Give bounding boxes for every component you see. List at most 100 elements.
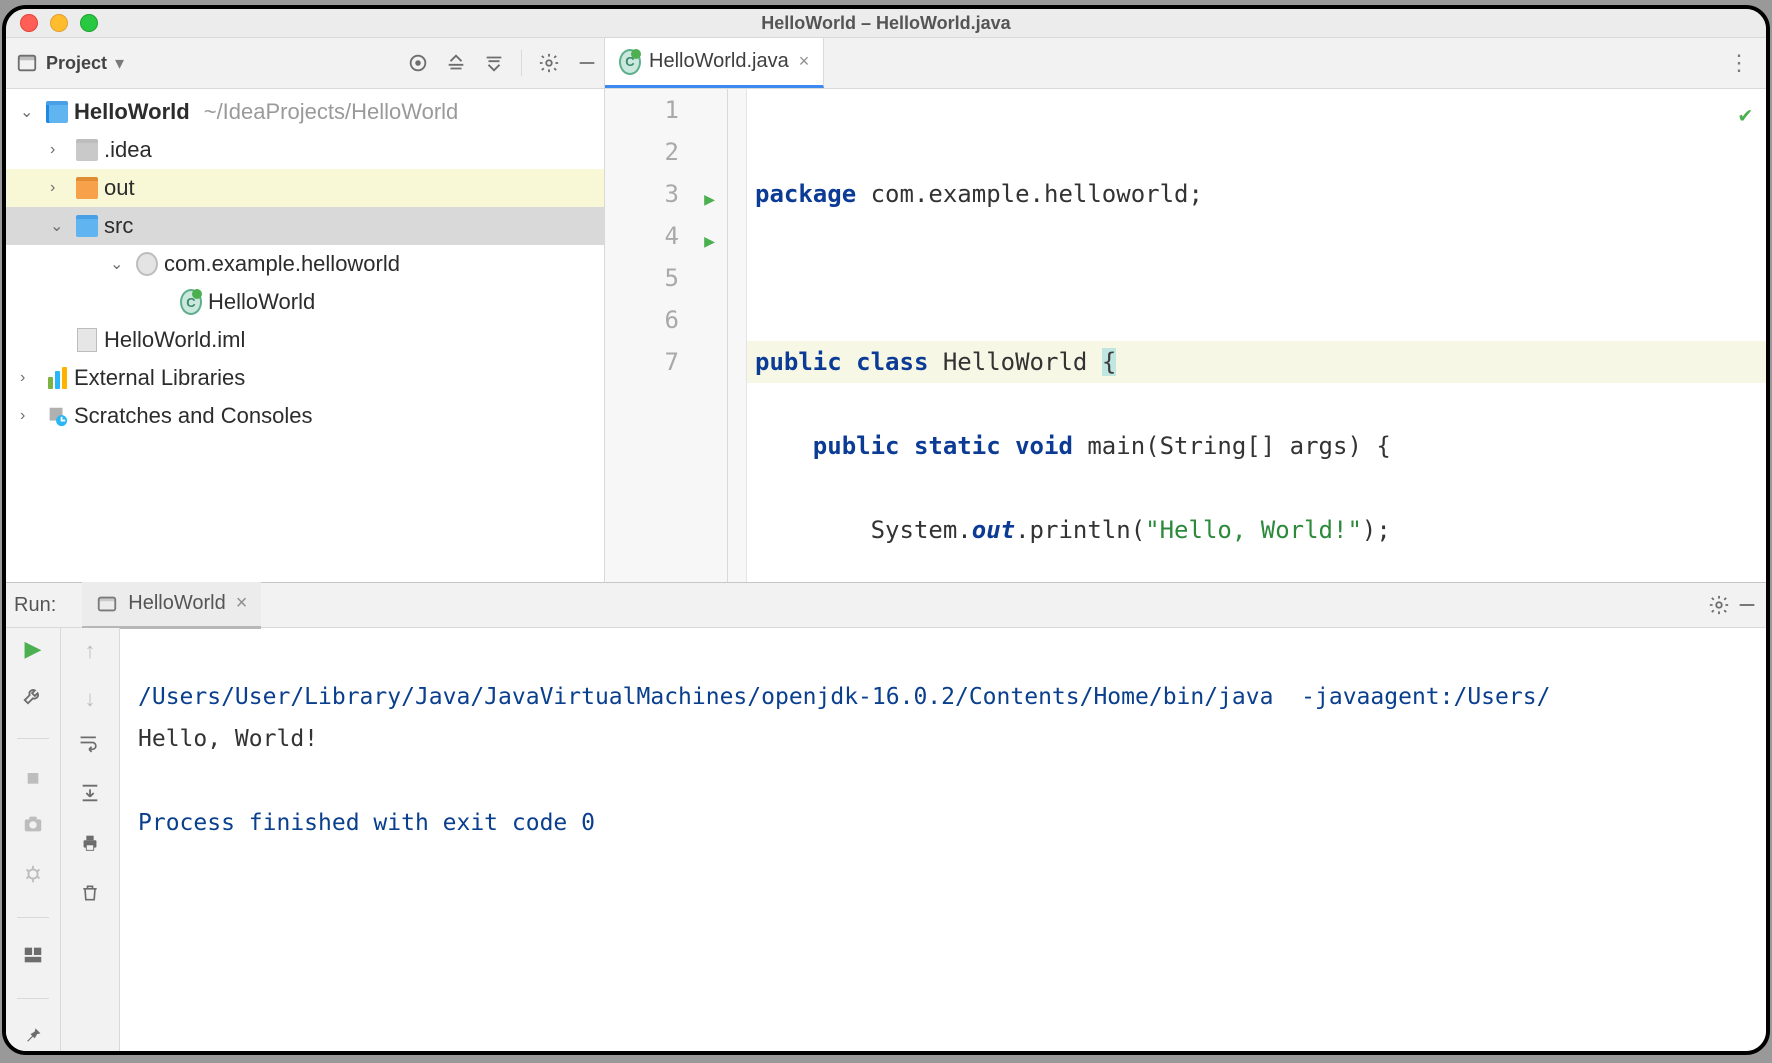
run-tab-helloworld[interactable]: HelloWorld × bbox=[82, 582, 261, 629]
window-title: HelloWorld – HelloWorld.java bbox=[761, 13, 1010, 34]
tree-label: .idea bbox=[104, 137, 152, 163]
code-text: ); bbox=[1362, 516, 1391, 544]
tree-root[interactable]: ⌄ HelloWorld ~/IdeaProjects/HelloWorld bbox=[6, 93, 604, 131]
locate-file-icon[interactable] bbox=[407, 52, 429, 74]
minimize-window-button[interactable] bbox=[50, 14, 68, 32]
tree-item-scratches[interactable]: › Scratches and Consoles bbox=[6, 397, 604, 435]
window-controls bbox=[14, 14, 98, 32]
console-line: Process finished with exit code 0 bbox=[138, 810, 595, 836]
editor-tabs: C HelloWorld.java × ⋮ bbox=[605, 38, 1766, 89]
chevron-down-icon: ⌄ bbox=[20, 102, 40, 122]
main-area: Project ▾ ⌄ HelloWorld bbox=[6, 38, 1766, 582]
debug-icon[interactable] bbox=[22, 863, 44, 891]
line-number: 5 bbox=[665, 257, 679, 299]
console-line: /Users/User/Library/Java/JavaVirtualMach… bbox=[138, 684, 1550, 710]
trash-icon[interactable] bbox=[80, 882, 100, 910]
close-tab-icon[interactable]: × bbox=[799, 51, 810, 72]
run-body: ▶ ■ bbox=[6, 628, 1766, 1051]
keyword: class bbox=[856, 348, 928, 376]
run-label: Run: bbox=[14, 594, 56, 617]
gear-icon[interactable] bbox=[538, 52, 560, 74]
tree-label: HelloWorld bbox=[208, 289, 315, 315]
tree-item-class[interactable]: C HelloWorld bbox=[6, 283, 604, 321]
tree-item-package[interactable]: ⌄ com.example.helloworld bbox=[6, 245, 604, 283]
expand-all-icon[interactable] bbox=[445, 52, 467, 74]
tree-label: out bbox=[104, 175, 135, 201]
keyword: public bbox=[813, 432, 900, 460]
pin-icon[interactable] bbox=[23, 1025, 43, 1051]
brace: { bbox=[1102, 348, 1116, 376]
collapse-all-icon[interactable] bbox=[483, 52, 505, 74]
project-sidebar: Project ▾ ⌄ HelloWorld bbox=[6, 38, 605, 582]
up-arrow-icon[interactable]: ↑ bbox=[85, 638, 96, 664]
line-number: 2 bbox=[665, 131, 679, 173]
run-toolbar-secondary: ↑ ↓ bbox=[61, 628, 120, 1051]
line-number: 6 bbox=[665, 299, 679, 341]
project-sidebar-title[interactable]: Project ▾ bbox=[16, 52, 124, 74]
close-window-button[interactable] bbox=[20, 14, 38, 32]
tree-root-name: HelloWorld bbox=[74, 99, 190, 125]
tree-label: External Libraries bbox=[74, 365, 245, 391]
print-icon[interactable] bbox=[79, 832, 101, 860]
hide-panel-icon[interactable] bbox=[1736, 594, 1758, 616]
project-tree[interactable]: ⌄ HelloWorld ~/IdeaProjects/HelloWorld ›… bbox=[6, 89, 604, 582]
chevron-right-icon: › bbox=[20, 369, 40, 387]
stop-icon[interactable]: ■ bbox=[26, 765, 39, 791]
folder-icon bbox=[76, 177, 98, 199]
ide-window: HelloWorld – HelloWorld.java Project ▾ bbox=[2, 5, 1770, 1055]
gutter[interactable]: 1 2 3 4 5 6 7 ▶ ▶ bbox=[605, 89, 728, 582]
code-editor[interactable]: 1 2 3 4 5 6 7 ▶ ▶ ✔ package com.example.… bbox=[605, 89, 1766, 582]
chevron-right-icon: › bbox=[20, 407, 40, 425]
java-class-icon: C bbox=[180, 291, 202, 313]
folder-icon bbox=[76, 139, 98, 161]
code-text: .println( bbox=[1015, 516, 1145, 544]
chevron-down-icon: ▾ bbox=[115, 53, 124, 74]
code-text: com.example.helloworld; bbox=[856, 180, 1203, 208]
run-header: Run: HelloWorld × bbox=[6, 583, 1766, 628]
tree-item-idea[interactable]: › .idea bbox=[6, 131, 604, 169]
java-class-icon: C bbox=[619, 51, 641, 73]
iml-file-icon bbox=[76, 329, 98, 351]
console-output[interactable]: /Users/User/Library/Java/JavaVirtualMach… bbox=[120, 628, 1766, 1051]
rerun-icon[interactable]: ▶ bbox=[25, 636, 42, 662]
code-content[interactable]: ✔ package com.example.helloworld; public… bbox=[747, 89, 1766, 582]
scratches-icon bbox=[46, 405, 68, 427]
source-folder-icon bbox=[76, 215, 98, 237]
fold-gutter[interactable] bbox=[728, 89, 747, 582]
tree-label: Scratches and Consoles bbox=[74, 403, 312, 429]
package-icon bbox=[136, 253, 158, 275]
run-line-marker-icon[interactable]: ▶ bbox=[704, 179, 715, 221]
editor-tab-helloworld[interactable]: C HelloWorld.java × bbox=[605, 38, 824, 88]
hide-sidebar-icon[interactable] bbox=[576, 52, 598, 74]
module-folder-icon bbox=[46, 101, 68, 123]
console-line: Hello, World! bbox=[138, 726, 318, 752]
tree-item-out[interactable]: › out bbox=[6, 169, 604, 207]
editor-tab-label: HelloWorld.java bbox=[649, 50, 789, 73]
tree-label: src bbox=[104, 213, 133, 239]
tree-item-iml[interactable]: HelloWorld.iml bbox=[6, 321, 604, 359]
chevron-down-icon: ⌄ bbox=[110, 254, 130, 274]
project-sidebar-header: Project ▾ bbox=[6, 38, 604, 89]
scroll-to-end-icon[interactable] bbox=[79, 782, 101, 810]
project-pane-icon bbox=[16, 52, 38, 74]
wrench-icon[interactable] bbox=[22, 684, 44, 712]
gear-icon[interactable] bbox=[1708, 594, 1730, 616]
keyword: public bbox=[755, 348, 842, 376]
soft-wrap-icon[interactable] bbox=[78, 734, 102, 760]
down-arrow-icon[interactable]: ↓ bbox=[85, 686, 96, 712]
inspection-ok-icon[interactable]: ✔ bbox=[1739, 95, 1752, 137]
editor-area: C HelloWorld.java × ⋮ 1 2 3 4 5 6 7 ▶ ▶ bbox=[605, 38, 1766, 582]
tree-item-external-libraries[interactable]: › External Libraries bbox=[6, 359, 604, 397]
camera-icon[interactable] bbox=[22, 813, 44, 841]
tree-item-src[interactable]: ⌄ src bbox=[6, 207, 604, 245]
tree-label: com.example.helloworld bbox=[164, 251, 400, 277]
run-line-marker-icon[interactable]: ▶ bbox=[704, 221, 715, 263]
run-toolbar-primary: ▶ ■ bbox=[6, 628, 61, 1051]
close-run-tab-icon[interactable]: × bbox=[236, 592, 248, 615]
method-name: main bbox=[1087, 432, 1145, 460]
layout-icon[interactable] bbox=[22, 944, 44, 972]
tree-root-path: ~/IdeaProjects/HelloWorld bbox=[204, 99, 459, 125]
more-tabs-icon[interactable]: ⋮ bbox=[1720, 38, 1758, 88]
zoom-window-button[interactable] bbox=[80, 14, 98, 32]
run-config-icon bbox=[96, 593, 118, 615]
